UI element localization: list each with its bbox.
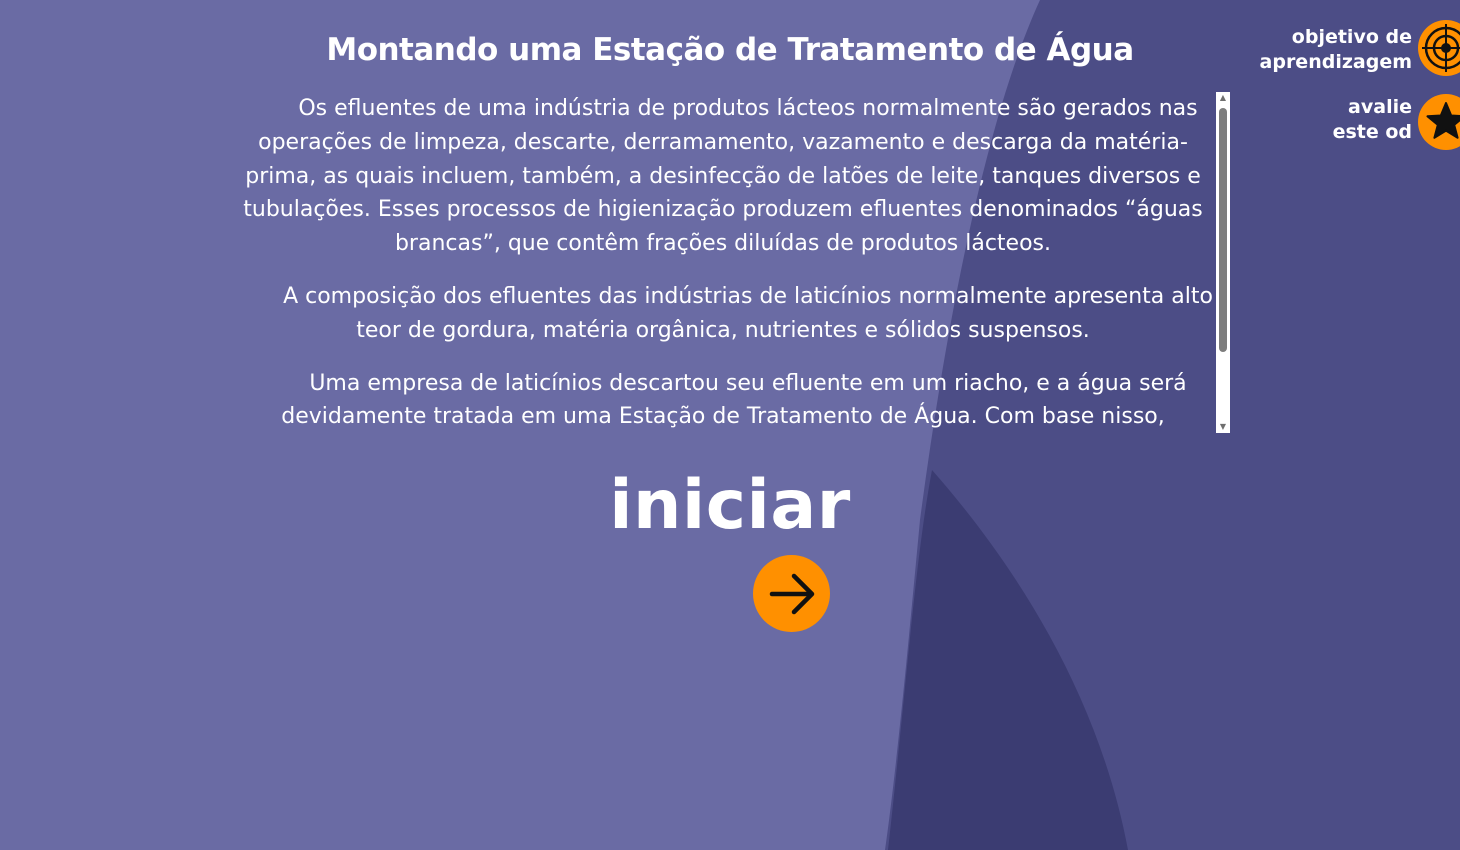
intro-paragraph: Os efluentes de uma indústria de produto… <box>243 96 1203 257</box>
rate-od-button[interactable] <box>1418 94 1460 150</box>
learning-objective-button[interactable] <box>1418 20 1460 76</box>
intro-paragraph: A composição dos efluentes das indústria… <box>283 283 1213 343</box>
rate-label-line2: este od <box>1332 121 1412 143</box>
learning-objective-link[interactable]: objetivo de aprendizagem <box>1260 25 1412 75</box>
arrow-right-icon <box>769 573 815 615</box>
objective-label-line2: aprendizagem <box>1259 51 1412 73</box>
start-label[interactable]: iniciar <box>540 466 920 545</box>
scrollbar[interactable]: ▲ ▼ <box>1216 92 1230 433</box>
page-title: Montando uma Estação de Tratamento de Ág… <box>326 32 1134 68</box>
scroll-up-arrow-icon[interactable]: ▲ <box>1216 92 1230 104</box>
star-icon <box>1426 102 1460 139</box>
intro-text: Os efluentes de uma indústria de produto… <box>228 92 1218 433</box>
start-button[interactable] <box>753 555 830 632</box>
intro-scroll-area[interactable]: Os efluentes de uma indústria de produto… <box>228 92 1230 433</box>
intro-paragraph: Uma empresa de laticínios descartou seu … <box>281 370 1187 430</box>
rate-od-link[interactable]: avalie este od <box>1333 95 1412 145</box>
scrollbar-thumb[interactable] <box>1219 108 1227 352</box>
objective-label-line1: objetivo de <box>1291 26 1412 48</box>
scroll-down-arrow-icon[interactable]: ▼ <box>1216 421 1230 433</box>
target-icon <box>1422 24 1460 72</box>
rate-label-line1: avalie <box>1348 96 1412 118</box>
